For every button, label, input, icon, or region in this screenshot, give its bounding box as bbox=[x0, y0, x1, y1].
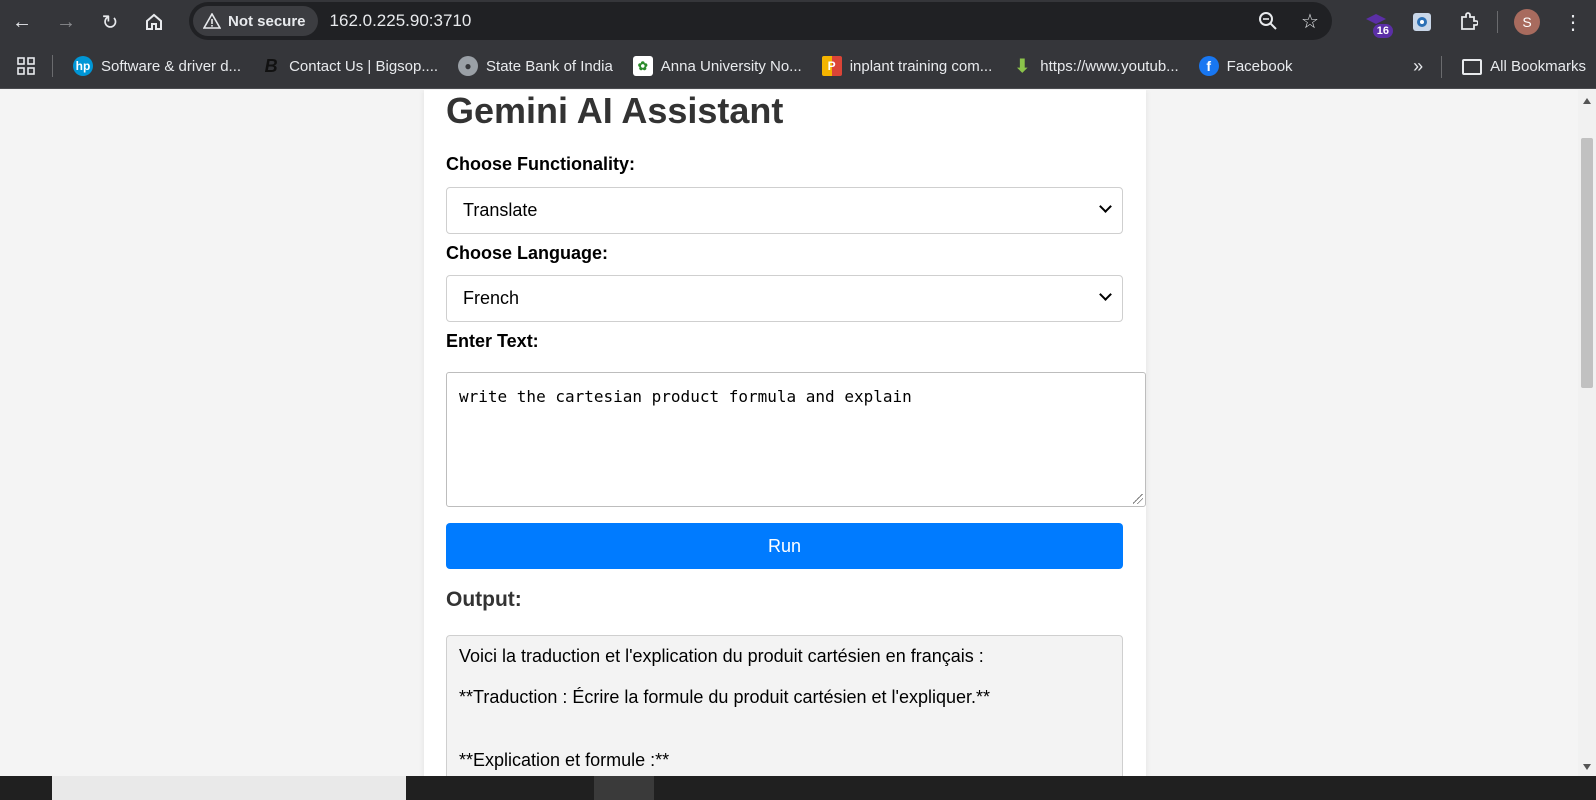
screen-capture-icon[interactable] bbox=[1399, 2, 1445, 42]
page-viewport: Gemini AI Assistant Choose Functionality… bbox=[0, 90, 1578, 776]
resize-handle-icon[interactable] bbox=[1133, 494, 1143, 504]
bookmark-inplant[interactable]: P inplant training com... bbox=[812, 50, 1003, 82]
bigsop-icon: B bbox=[264, 55, 278, 76]
bookmark-anna[interactable]: ✿ Anna University No... bbox=[623, 50, 812, 82]
bookmark-facebook[interactable]: f Facebook bbox=[1189, 50, 1303, 82]
scrollbar-thumb[interactable] bbox=[1581, 138, 1593, 388]
bookmark-label: State Bank of India bbox=[486, 57, 613, 75]
bookmark-label: inplant training com... bbox=[849, 57, 993, 75]
functionality-value: Translate bbox=[463, 200, 538, 220]
all-bookmarks-label: All Bookmarks bbox=[1490, 58, 1586, 75]
bookmark-label: Software & driver d... bbox=[101, 57, 242, 75]
back-icon[interactable]: ← bbox=[0, 2, 44, 42]
security-chip[interactable]: Not secure bbox=[193, 6, 318, 36]
menu-kebab-icon[interactable]: ⋮ bbox=[1550, 2, 1596, 42]
url-text[interactable]: 162.0.225.90:3710 bbox=[330, 11, 472, 31]
taskbar-item[interactable] bbox=[594, 776, 654, 800]
bookmark-bigsop[interactable]: B Contact Us | Bigsop.... bbox=[251, 50, 448, 82]
assistant-card: Gemini AI Assistant Choose Functionality… bbox=[424, 90, 1146, 776]
language-label: Choose Language: bbox=[446, 243, 609, 263]
functionality-label: Choose Functionality: bbox=[446, 154, 635, 174]
output-line: Voici la traduction et l'explication du … bbox=[459, 646, 984, 666]
hp-icon: hp bbox=[73, 56, 93, 76]
puzzle-icon[interactable] bbox=[1445, 2, 1491, 42]
scroll-down-icon[interactable] bbox=[1583, 764, 1591, 770]
language-value: French bbox=[463, 288, 520, 308]
star-icon[interactable]: ☆ bbox=[1300, 11, 1320, 33]
scroll-up-icon[interactable] bbox=[1583, 98, 1591, 104]
os-taskbar bbox=[0, 776, 1596, 800]
bookmark-hp[interactable]: hp Software & driver d... bbox=[63, 50, 251, 82]
home-icon[interactable] bbox=[132, 2, 176, 42]
text-input-value: write the cartesian product formula and … bbox=[459, 387, 912, 406]
anna-icon: ✿ bbox=[632, 56, 653, 76]
vertical-scrollbar[interactable] bbox=[1578, 90, 1596, 776]
zoom-icon[interactable] bbox=[1258, 11, 1278, 31]
output-box: Voici la traduction et l'explication du … bbox=[446, 635, 1123, 776]
extension-badge: 16 bbox=[1372, 24, 1393, 38]
facebook-icon: f bbox=[1198, 56, 1219, 76]
output-line: **Explication et formule :** bbox=[459, 750, 670, 770]
text-label: Enter Text: bbox=[446, 331, 539, 351]
language-select[interactable]: French bbox=[446, 275, 1123, 322]
download-icon: ⬇ bbox=[1014, 55, 1030, 76]
bookmarks-bar: hp Software & driver d... B Contact Us |… bbox=[0, 44, 1596, 89]
output-heading: Output: bbox=[446, 588, 522, 611]
globe-icon: ● bbox=[458, 56, 479, 76]
more-bookmarks-icon[interactable]: » bbox=[1395, 56, 1441, 77]
forward-icon[interactable]: → bbox=[44, 2, 88, 42]
functionality-select[interactable]: Translate bbox=[446, 187, 1123, 234]
bookmark-label: Facebook bbox=[1226, 57, 1293, 75]
apps-grid-icon[interactable] bbox=[0, 44, 52, 89]
page-title: Gemini AI Assistant bbox=[446, 90, 784, 131]
extension-icon[interactable]: 16 bbox=[1353, 2, 1399, 42]
profile-button[interactable]: S bbox=[1504, 2, 1550, 42]
output-line: **Traduction : Écrire la formule du prod… bbox=[459, 687, 991, 707]
avatar: S bbox=[1514, 9, 1540, 35]
chevron-down-icon bbox=[1099, 200, 1112, 213]
taskbar-item[interactable] bbox=[52, 776, 406, 800]
bookmark-youtube[interactable]: ⬇ https://www.youtub... bbox=[1002, 50, 1188, 82]
address-bar[interactable]: Not secure 162.0.225.90:3710 ☆ bbox=[189, 2, 1332, 40]
reload-icon[interactable]: ↻ bbox=[88, 2, 132, 42]
bookmark-label: Anna University No... bbox=[660, 57, 802, 75]
folder-icon bbox=[1462, 58, 1483, 75]
run-button[interactable]: Run bbox=[446, 523, 1123, 569]
warning-icon bbox=[203, 13, 221, 29]
security-label: Not secure bbox=[228, 12, 306, 30]
inplant-icon: P bbox=[821, 56, 842, 76]
browser-toolbar: ← → ↻ Not secure 162.0.225.90:3710 ☆ 16 bbox=[0, 0, 1596, 44]
all-bookmarks-button[interactable]: All Bookmarks bbox=[1452, 51, 1596, 83]
text-input[interactable]: write the cartesian product formula and … bbox=[446, 372, 1146, 507]
bookmark-sbi[interactable]: ● State Bank of India bbox=[448, 50, 623, 82]
bookmark-label: https://www.youtub... bbox=[1040, 57, 1179, 75]
chevron-down-icon bbox=[1099, 288, 1112, 301]
bookmark-label: Contact Us | Bigsop.... bbox=[289, 57, 439, 75]
